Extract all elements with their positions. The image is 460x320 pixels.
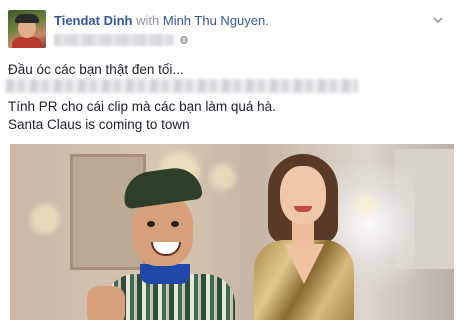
woman-face: [280, 166, 326, 224]
author-name[interactable]: Tiendat Dinh: [54, 13, 132, 28]
eye: [171, 221, 179, 227]
post-header: Tiendat Dinh with Minh Thu Nguyen.: [54, 13, 269, 28]
avatar[interactable]: [8, 10, 46, 48]
blurred-text-line: [6, 79, 358, 93]
chevron-down-icon[interactable]: [432, 13, 444, 25]
green-beret: [121, 164, 203, 210]
post-text-line-1: Đầu óc các bạn thật đen tối...: [8, 62, 184, 77]
tagged-friend[interactable]: Minh Thu Nguyen.: [163, 13, 269, 28]
avatar-shirt: [12, 37, 42, 48]
thumbs-up-hand: [87, 286, 125, 320]
post-text-line-3: Santa Claus is coming to town: [8, 117, 190, 132]
globe-icon[interactable]: [180, 36, 188, 44]
with-word: with: [136, 13, 160, 28]
post-meta: [54, 33, 188, 47]
bokeh-light: [30, 204, 60, 234]
avatar-hat: [15, 14, 39, 23]
man-in-beret: [87, 164, 265, 320]
blue-collar: [140, 264, 190, 284]
facebook-post: Tiendat Dinh with Minh Thu Nguyen. Đầu ó…: [0, 0, 460, 320]
post-text-line-2: Tính PR cho cái clip mà các bạn làm quá …: [8, 99, 276, 114]
post-photo[interactable]: [10, 144, 454, 320]
blurred-timestamp: [54, 34, 174, 46]
eye: [147, 221, 155, 227]
woman-in-gold-dress: [250, 154, 400, 320]
